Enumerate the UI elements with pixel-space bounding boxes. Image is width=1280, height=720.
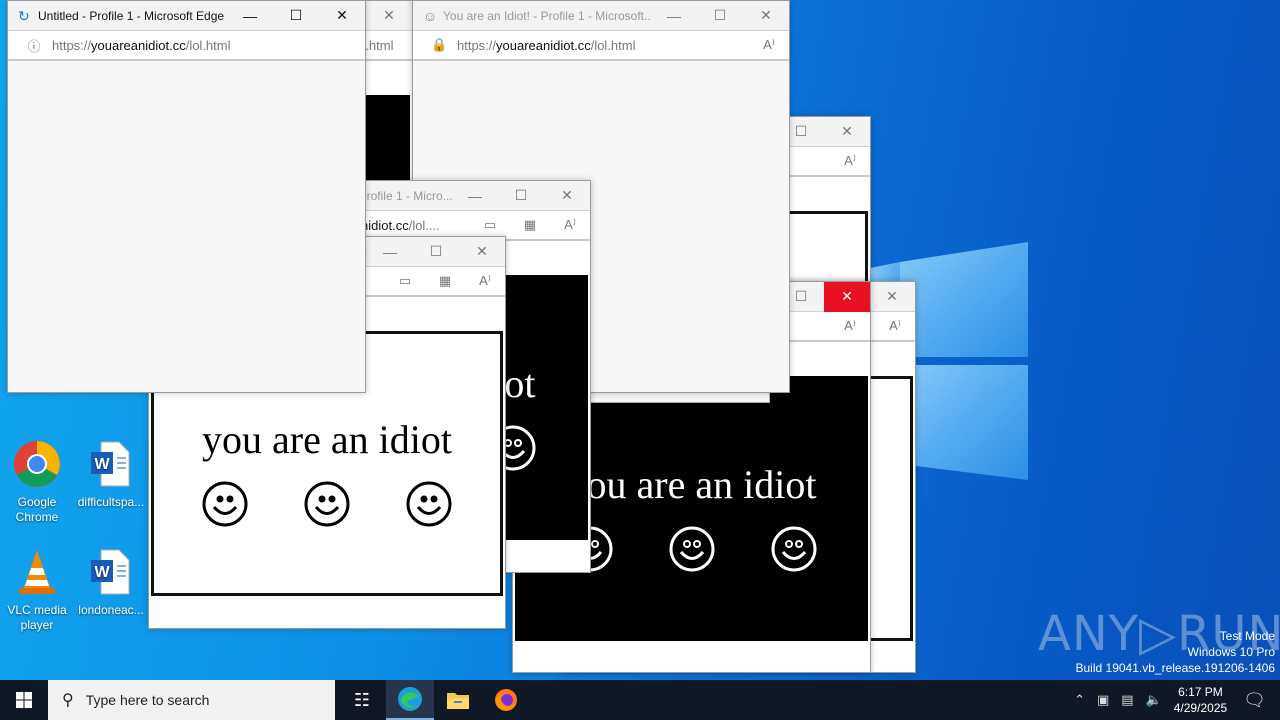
watermark-line: Build 19041.vb_release.191206-1406: [1075, 661, 1276, 675]
network-icon[interactable]: ▤: [1121, 692, 1133, 708]
maximize-button[interactable]: ☐: [697, 1, 743, 31]
taskbar-firefox[interactable]: [482, 680, 530, 720]
firefox-icon: [495, 689, 517, 711]
close-button[interactable]: ✕: [544, 181, 590, 211]
start-button[interactable]: [0, 680, 48, 720]
clock-time: 6:17 PM: [1178, 685, 1223, 699]
maximize-button[interactable]: ☐: [273, 1, 319, 31]
address-bar[interactable]: ⓘ https://youareanidiot.cc/lol.html: [8, 31, 365, 61]
search-placeholder: Type here to search: [85, 692, 210, 708]
read-aloud-icon[interactable]: A⁾: [550, 217, 590, 233]
desktop-icon-label: Google Chrome: [15, 495, 59, 524]
qr-code-icon[interactable]: ▦: [425, 273, 465, 289]
smiley-row: [154, 480, 500, 528]
browser-window[interactable]: ↻ Untitled - Profile 1 - Microsoft Edge …: [7, 0, 366, 393]
volume-icon[interactable]: 🔈: [1146, 692, 1162, 708]
system-tray: ⌃ ▣ ▤ 🔈 6:17 PM 4/29/2025 🗨: [1068, 680, 1280, 720]
devices-icon[interactable]: ▭: [385, 273, 425, 289]
qr-code-icon[interactable]: ▦: [510, 217, 550, 233]
clock-date: 4/29/2025: [1173, 701, 1228, 715]
close-button[interactable]: ✕: [869, 282, 915, 312]
maximize-button[interactable]: ☐: [498, 181, 544, 211]
word-document-icon: W: [87, 548, 135, 600]
smiley-face-icon: [202, 481, 248, 527]
desktop-icon-word-doc[interactable]: W difficultspa...: [74, 440, 148, 510]
smiley-face-icon: [406, 481, 452, 527]
minimize-button[interactable]: —: [452, 181, 498, 211]
read-aloud-icon[interactable]: A⁾: [830, 318, 870, 334]
desktop-icon-label: VLC media player: [7, 603, 67, 632]
taskbar-search-box[interactable]: ⚲ Type here to search: [48, 680, 335, 720]
word-document-icon: W: [87, 440, 135, 492]
url-text[interactable]: https://youareanidiot.cc/lol.html: [52, 38, 365, 53]
read-aloud-icon[interactable]: A⁾: [749, 37, 789, 53]
task-view-button[interactable]: ☷: [338, 680, 386, 720]
desktop-icon-chrome[interactable]: Google Chrome: [0, 440, 74, 525]
smiley-face-icon: [304, 481, 350, 527]
loading-spinner-icon: ↻: [18, 7, 30, 24]
taskbar-edge[interactable]: [386, 680, 434, 720]
idiot-message: you are an idiot: [202, 417, 452, 462]
minimize-button[interactable]: —: [651, 1, 697, 31]
smiley-favicon-icon: ☺: [423, 7, 438, 24]
task-view-icon: ☷: [353, 689, 371, 710]
folder-icon: [447, 693, 469, 709]
watermark-line: Test Mode: [1219, 629, 1275, 643]
page-content: [8, 61, 365, 392]
desktop-icon-label: londoneac...: [78, 603, 144, 617]
window-title: You are an Idiot! - Profile 1 - Microsof…: [443, 8, 651, 23]
read-aloud-icon[interactable]: A⁾: [875, 318, 915, 334]
edge-icon: [398, 687, 422, 711]
read-aloud-icon[interactable]: A⁾: [830, 153, 870, 169]
minimize-button[interactable]: —: [227, 1, 273, 31]
show-hidden-icons-chevron-icon[interactable]: ⌃: [1074, 692, 1085, 708]
smiley-face-icon: [771, 526, 816, 572]
desktop-icon-label: difficultspa...: [77, 495, 145, 509]
window-edge: [590, 392, 770, 403]
title-bar[interactable]: ↻ Untitled - Profile 1 - Microsoft Edge …: [8, 1, 365, 31]
meet-now-icon[interactable]: ▣: [1097, 692, 1109, 708]
taskbar: ⚲ Type here to search ☷ ⌃ ▣ ▤ 🔈 6:17 PM 4…: [0, 680, 1280, 720]
vlc-icon: [13, 548, 61, 600]
close-button[interactable]: ✕: [366, 1, 412, 31]
clock[interactable]: 6:17 PM 4/29/2025: [1174, 684, 1227, 716]
svg-text:W: W: [94, 456, 110, 473]
svg-text:W: W: [94, 564, 110, 581]
title-bar[interactable]: ☺ You are an Idiot! - Profile 1 - Micros…: [413, 1, 789, 31]
read-aloud-icon[interactable]: A⁾: [465, 273, 505, 289]
watermark-line: Windows 10 Pro: [1187, 645, 1275, 659]
chrome-icon: [13, 440, 61, 492]
desktop-icon-vlc[interactable]: VLC media player: [0, 548, 74, 633]
close-button[interactable]: ✕: [319, 1, 365, 31]
info-icon[interactable]: ⓘ: [26, 36, 42, 55]
window-title: Untitled - Profile 1 - Microsoft Edge: [38, 8, 225, 23]
url-text[interactable]: https://youareanidiot.cc/lol.html: [457, 38, 749, 53]
minimize-button[interactable]: —: [367, 237, 413, 267]
desktop-icon-word-doc[interactable]: W londoneac...: [74, 548, 148, 618]
windows-test-mode-watermark: Test Mode Windows 10 Pro Build 19041.vb_…: [1076, 628, 1276, 676]
action-center-notification-icon[interactable]: 🗨: [1243, 690, 1266, 711]
lock-icon[interactable]: 🔒: [431, 37, 447, 53]
close-button[interactable]: ✕: [743, 1, 789, 31]
close-button[interactable]: ✕: [824, 282, 870, 312]
close-button[interactable]: ✕: [824, 117, 870, 147]
taskbar-file-explorer[interactable]: [434, 680, 482, 720]
address-bar[interactable]: 🔒 https://youareanidiot.cc/lol.html A⁾: [413, 31, 789, 61]
smiley-face-icon: [669, 526, 714, 572]
devices-icon[interactable]: ▭: [470, 217, 510, 233]
maximize-button[interactable]: ☐: [413, 237, 459, 267]
close-button[interactable]: ✕: [459, 237, 505, 267]
search-icon: ⚲: [62, 692, 74, 709]
windows-start-icon: [16, 692, 32, 708]
